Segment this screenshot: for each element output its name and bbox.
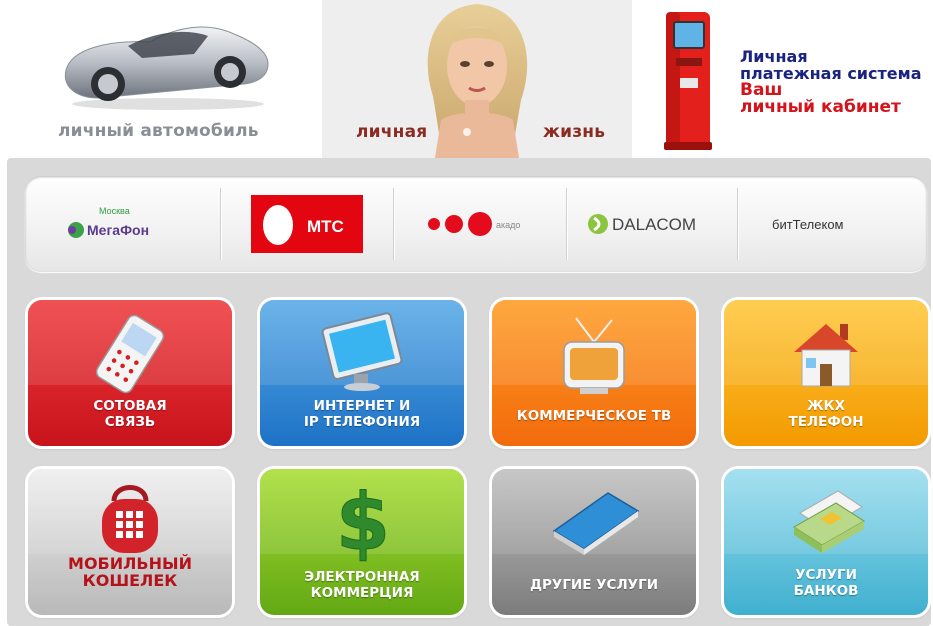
svg-text:акадо: акадо — [496, 220, 520, 230]
akado-logo: акадо — [428, 212, 520, 236]
tile-label: ДРУГИЕ УСЛУГИ — [530, 577, 658, 593]
operator-akado[interactable]: акадо — [394, 180, 566, 268]
tv-icon — [563, 317, 625, 394]
tile-label: МОБИЛЬНЫЙ КОШЕЛЕК — [68, 554, 192, 590]
operator-bittelecom[interactable]: битТелеком — [738, 180, 920, 268]
tile-label: УСЛУГИ БАНКОВ — [793, 567, 859, 599]
service-tile-internet[interactable]: ИНТЕРНЕТ И IP ТЕЛЕФОНИЯ — [260, 300, 464, 446]
kiosk-line-1: Личная — [740, 47, 808, 66]
tile-label: ЭЛЕКТРОННАЯ КОММЕРЦИЯ — [304, 569, 420, 601]
service-tile-e-commerce[interactable]: $ ЭЛЕКТРОННАЯ КОММЕРЦИЯ — [260, 469, 464, 615]
book-icon — [552, 492, 640, 555]
life-caption-left: личная — [356, 122, 428, 142]
dalacom-logo: DALACOM — [588, 214, 696, 234]
tile-label: ИНТЕРНЕТ И IP ТЕЛЕФОНИЯ — [303, 398, 421, 430]
woman-portrait-image — [427, 4, 528, 158]
wallet-icon — [102, 485, 158, 553]
payment-kiosk-image — [664, 12, 712, 150]
monitor-icon — [321, 312, 403, 391]
svg-text:$: $ — [336, 478, 390, 563]
banknotes-icon — [793, 490, 865, 553]
banner-car-pane[interactable]: личный автомобиль — [0, 0, 322, 158]
car-caption: личный автомобиль — [58, 121, 259, 141]
svg-text:Москва: Москва — [99, 206, 130, 216]
service-tile-bank-services[interactable]: УСЛУГИ БАНКОВ — [724, 469, 928, 615]
operator-dalacom[interactable]: DALACOM — [567, 180, 737, 268]
car-image — [64, 26, 269, 110]
tile-label: ЖКХ ТЕЛЕФОН — [788, 398, 864, 430]
house-icon — [794, 324, 858, 387]
service-tile-mobile[interactable]: СОТОВАЯ СВЯЗЬ — [28, 300, 232, 446]
mts-logo: МТС — [251, 195, 363, 253]
operator-mts[interactable]: МТС — [221, 180, 393, 268]
mobile-phone-icon — [95, 314, 165, 394]
service-tile-other-services[interactable]: ДРУГИЕ УСЛУГИ — [492, 469, 696, 615]
bittelecom-logo: битТелеком — [772, 217, 844, 232]
megafon-logo: Москва МегаФон — [68, 206, 149, 238]
svg-text:битТелеком: битТелеком — [772, 217, 844, 232]
operator-megafon[interactable]: Москва МегаФон — [38, 180, 220, 268]
service-tile-commercial-tv[interactable]: КОММЕРЧЕСКОЕ ТВ — [492, 300, 696, 446]
kiosk-line-4: личный кабинет — [740, 97, 901, 117]
dollar-icon: $ — [335, 478, 390, 564]
banner-life-pane[interactable]: личная жизнь — [322, 0, 632, 158]
kiosk-promo-text: Личная платежная система Ваш личный каби… — [740, 48, 922, 116]
service-tile-utilities[interactable]: ЖКХ ТЕЛЕФОН — [724, 300, 928, 446]
svg-text:МегаФон: МегаФон — [87, 222, 149, 238]
top-banner: личный автомобиль личная жизнь Личная пл… — [0, 0, 933, 158]
life-caption-right: жизнь — [543, 122, 606, 142]
tile-label: СОТОВАЯ СВЯЗЬ — [93, 398, 167, 430]
svg-text:МТС: МТС — [307, 217, 344, 236]
svg-text:DALACOM: DALACOM — [612, 215, 696, 234]
tile-label: КОММЕРЧЕСКОЕ ТВ — [516, 408, 672, 424]
service-tile-mobile-wallet[interactable]: МОБИЛЬНЫЙ КОШЕЛЕК — [28, 469, 232, 615]
